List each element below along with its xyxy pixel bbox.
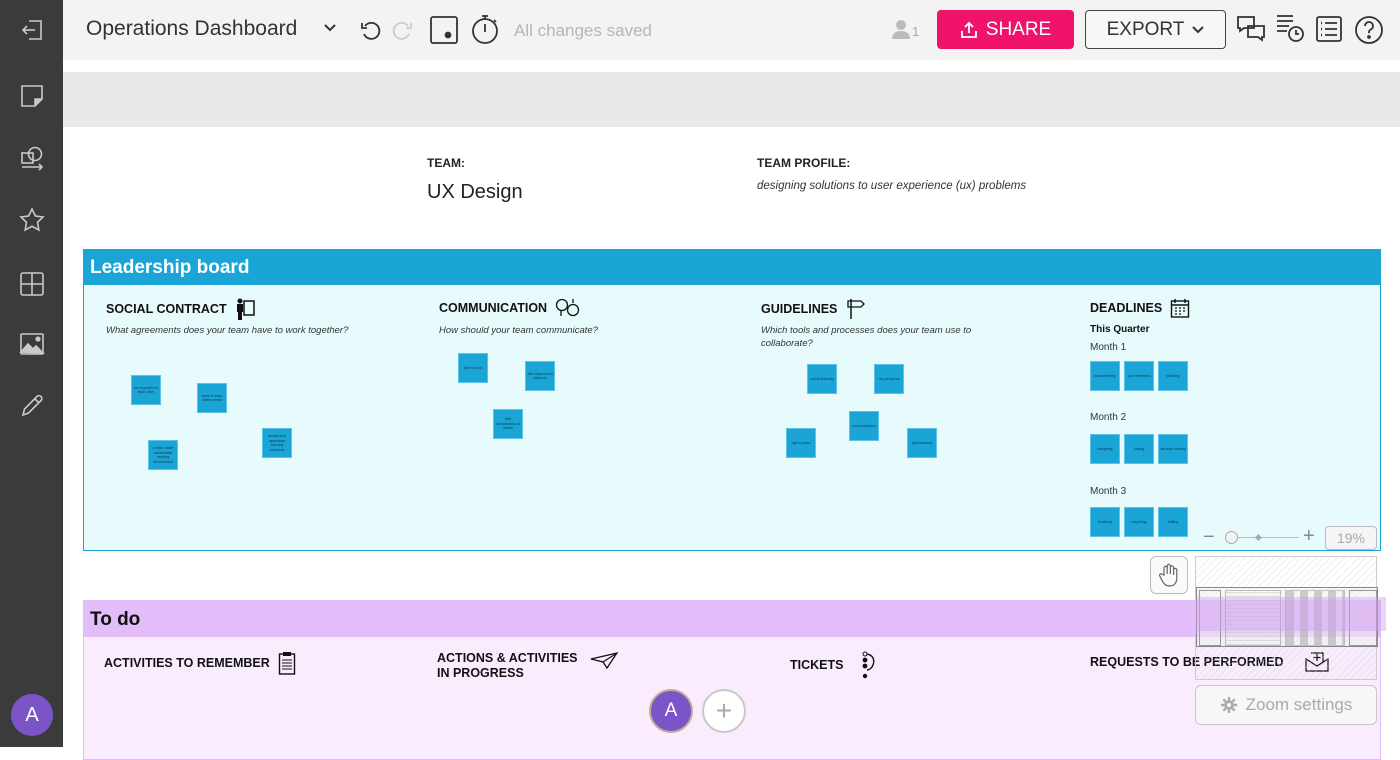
presenter-icon [236, 298, 255, 320]
shapes-icon[interactable] [16, 142, 48, 174]
sticky-note-icon[interactable] [16, 80, 48, 112]
communication-question: How should your team communicate? [439, 325, 598, 336]
comments-icon[interactable] [1236, 14, 1266, 44]
board-title[interactable]: Operations Dashboard [86, 17, 297, 41]
team-profile-value: designing solutions to user experience (… [757, 180, 1027, 192]
outline-list-icon[interactable] [1315, 15, 1343, 43]
pan-hand-button[interactable] [1150, 556, 1188, 594]
chevron-down-icon [1192, 25, 1205, 33]
help-icon[interactable] [1354, 15, 1384, 45]
star-icon[interactable] [16, 204, 48, 236]
share-button[interactable]: SHARE [937, 10, 1074, 49]
zoom-out-button[interactable]: − [1203, 526, 1215, 549]
quarter-label: This Quarter [1090, 324, 1150, 335]
undo-icon[interactable] [358, 18, 382, 42]
sticky-note[interactable]: decision making [1158, 434, 1188, 464]
todo-frame[interactable]: To do ACTIVITIES TO REMEMBER ACTIONS & A… [83, 600, 1381, 760]
board-minimap[interactable] [1195, 556, 1386, 680]
collaborator-avatar[interactable]: A [649, 689, 693, 733]
social-contract-question: What agreements does your team have to w… [106, 325, 349, 336]
calendar-icon [1171, 299, 1190, 318]
grid-icon[interactable] [16, 268, 48, 300]
user-count: 1 [912, 24, 920, 39]
month-label: Month 1 [1090, 342, 1127, 353]
sticky-note[interactable]: face to face [458, 353, 488, 383]
sticky-note[interactable]: designing [1090, 434, 1120, 464]
user-icon [892, 20, 910, 39]
ticket-icon [862, 651, 875, 679]
top-bar: Operations Dashboard All changes saved 1… [63, 0, 1400, 60]
conversation-icon [555, 298, 580, 317]
team-value: UX Design [427, 181, 523, 203]
user-avatar[interactable]: A [11, 694, 53, 736]
sticky-note[interactable]: communication [849, 411, 879, 441]
presentation-frame-icon[interactable] [429, 15, 459, 45]
sticky-note[interactable]: editing [1158, 507, 1188, 537]
zoom-slider-track[interactable] [1229, 537, 1299, 538]
pencil-icon[interactable] [16, 390, 48, 422]
header-band [63, 72, 1400, 127]
zoom-settings-button[interactable]: Zoom settings [1195, 685, 1377, 725]
gear-icon [1220, 697, 1237, 713]
activity-history-icon[interactable] [1275, 12, 1305, 44]
communication-heading: COMMUNICATION [439, 298, 581, 318]
activities-to-remember-heading: ACTIVITIES TO REMEMBER [104, 651, 296, 675]
signpost-icon [847, 299, 866, 319]
upload-icon [960, 21, 977, 38]
tickets-heading: TICKETS [790, 651, 879, 679]
sticky-note[interactable]: be respectful to each other [131, 375, 161, 405]
sticky-note[interactable]: active listening [807, 364, 837, 394]
sticky-note[interactable]: bug fixing [1124, 507, 1154, 537]
chevron-down-icon[interactable] [323, 20, 337, 36]
left-toolbar: A [0, 0, 63, 747]
zoom-slider-handle[interactable] [1225, 531, 1238, 544]
sticky-note[interactable]: user interviews [1124, 361, 1154, 391]
month-label: Month 3 [1090, 486, 1127, 497]
sticky-note[interactable]: listen to each others needs [197, 383, 227, 413]
todo-title: To do [84, 601, 1380, 637]
leadership-board-title: Leadership board [84, 250, 1380, 285]
sticky-note[interactable]: brainstorming [1090, 361, 1120, 391]
clipboard-icon [278, 652, 295, 675]
month-label: Month 2 [1090, 412, 1127, 423]
sticky-note[interactable]: finalizing [1090, 507, 1120, 537]
save-status: All changes saved [514, 21, 652, 40]
sticky-note[interactable]: coding [1124, 434, 1154, 464]
zoom-level-field[interactable]: 19% [1325, 526, 1377, 550]
add-collaborator-button[interactable]: + [702, 689, 746, 733]
deadlines-heading: DEADLINES [1090, 298, 1190, 318]
leadership-board-frame[interactable]: Leadership board SOCIAL CONTRACT What ag… [83, 249, 1381, 551]
redo-icon[interactable] [391, 18, 415, 42]
zoom-in-button[interactable]: + [1303, 525, 1315, 548]
social-contract-heading: SOCIAL CONTRACT [106, 298, 255, 320]
hand-icon [1159, 563, 1178, 587]
guidelines-heading: GUIDELINES [761, 298, 866, 320]
exit-icon[interactable] [16, 14, 48, 46]
online-users[interactable]: 1 [892, 19, 919, 39]
sticky-note[interactable]: with respect and patience [525, 361, 555, 391]
paper-plane-icon [590, 652, 618, 669]
export-button[interactable]: EXPORT [1085, 10, 1226, 49]
sticky-note[interactable]: with consideration of others [493, 409, 523, 439]
sticky-note[interactable]: create a safe comfortable working enviro… [148, 440, 178, 470]
guidelines-question: Which tools and processes does your team… [761, 325, 972, 349]
sticky-note[interactable]: planning [1158, 361, 1188, 391]
image-icon[interactable] [16, 328, 48, 360]
actions-in-progress-heading: ACTIONS & ACTIVITIES IN PROGRESS [437, 651, 618, 681]
board-canvas[interactable]: TEAM: UX Design TEAM PROFILE: designing … [63, 60, 1400, 760]
team-profile-label: TEAM PROFILE: [757, 156, 851, 170]
sticky-note[interactable]: accept and appreciate learning moments [262, 428, 292, 458]
zoom-default-marker [1254, 533, 1263, 542]
team-label: TEAM: [427, 156, 465, 170]
sticky-note[interactable]: appreciations [907, 428, 937, 458]
sticky-note[interactable]: right to pass [786, 428, 816, 458]
timer-icon[interactable] [470, 13, 500, 45]
minimap-todo-overlay [1196, 597, 1386, 631]
sticky-note[interactable]: no put downs [874, 364, 904, 394]
